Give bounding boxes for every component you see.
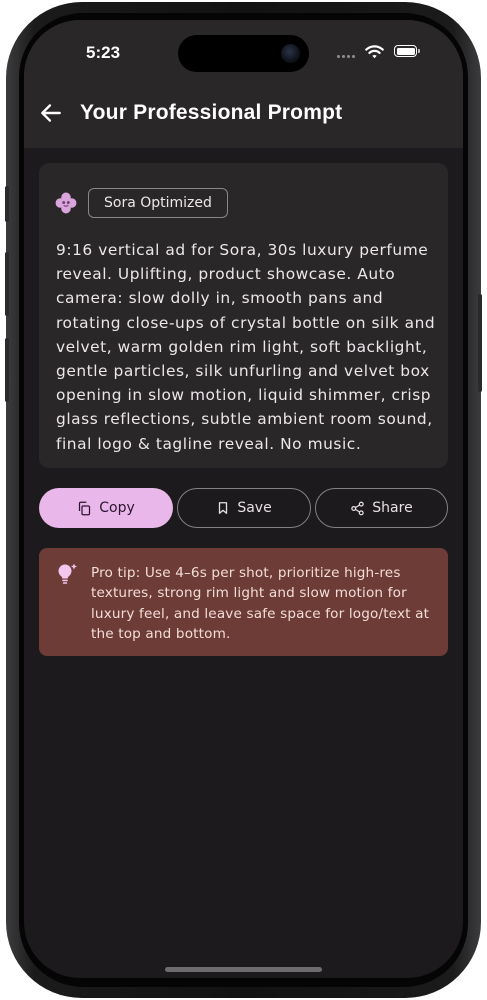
sora-optimized-badge: Sora Optimized — [88, 188, 228, 218]
page-title: Your Professional Prompt — [80, 101, 343, 124]
app-header: 5:23 Your Professional Prompt — [24, 20, 463, 148]
power-button — [478, 294, 482, 392]
lightbulb-icon — [58, 563, 77, 584]
share-label: Share — [372, 500, 413, 516]
camera-icon — [281, 44, 300, 63]
flower-icon — [55, 192, 77, 214]
copy-label: Copy — [99, 500, 135, 516]
bookmark-icon — [219, 502, 228, 514]
status-time: 5:23 — [86, 43, 121, 62]
back-arrow-icon[interactable] — [38, 100, 64, 126]
volume-up-button — [5, 252, 9, 316]
copy-button[interactable]: Copy — [39, 488, 173, 528]
share-button[interactable]: Share — [315, 488, 448, 528]
action-button — [5, 186, 9, 222]
prompt-text: 9:16 vertical ad for Sora, 30s luxury pe… — [56, 241, 436, 453]
prompt-card: Sora Optimized 9:16 vertical ad for Sora… — [39, 163, 448, 468]
save-button[interactable]: Save — [177, 488, 311, 528]
home-indicator[interactable] — [165, 967, 322, 972]
share-icon — [351, 501, 365, 515]
volume-down-button — [5, 338, 9, 402]
pro-tip-text: Pro tip: Use 4–6s per shot, prioritize h… — [91, 565, 430, 643]
wifi-icon — [365, 45, 384, 59]
battery-icon — [394, 45, 420, 57]
copy-icon — [79, 501, 91, 515]
app-screen: 5:23 Your Professional Prompt Sora Optim… — [24, 20, 463, 978]
pro-tip-card: Pro tip: Use 4–6s per shot, prioritize h… — [39, 548, 448, 656]
dynamic-island — [178, 35, 309, 72]
save-label: Save — [237, 500, 272, 516]
